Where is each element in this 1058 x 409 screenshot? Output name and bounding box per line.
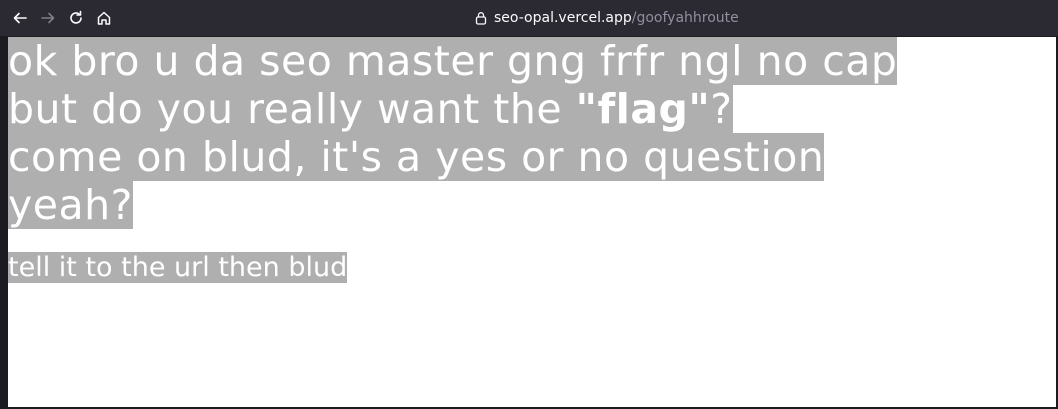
reload-icon (70, 10, 82, 24)
heading-line-2-end: ? (710, 85, 733, 133)
arrow-right-icon (41, 12, 55, 24)
heading-line-3: come on blud, it's a yes or no question (8, 133, 825, 181)
page-heading: ok bro u da seo master gng frfr ngl no c… (8, 37, 1056, 229)
lock-icon[interactable] (474, 11, 488, 25)
heading-line-1: ok bro u da seo master gng frfr ngl no c… (8, 37, 898, 85)
url-text[interactable]: seo-opal.vercel.app/goofyahhroute (494, 10, 739, 26)
home-button[interactable] (90, 4, 118, 32)
url-path: /goofyahhroute (631, 10, 739, 26)
browser-toolbar: seo-opal.vercel.app/goofyahhroute (0, 0, 1058, 36)
forward-button[interactable] (34, 4, 62, 32)
url-bar[interactable]: seo-opal.vercel.app/goofyahhroute (474, 6, 739, 30)
flag-word: "flag" (575, 85, 711, 133)
heading-line-2-text: but do you really want the (8, 85, 576, 133)
heading-line-2: but do you really want the "flag"? (8, 85, 733, 133)
heading-line-4: yeah? (8, 181, 133, 229)
back-button[interactable] (6, 4, 34, 32)
page-content: ok bro u da seo master gng frfr ngl no c… (8, 37, 1056, 407)
subtext-line: tell it to the url then blud (8, 252, 348, 283)
page-subtext: tell it to the url then blud (8, 251, 1056, 285)
arrow-left-icon (13, 12, 27, 24)
home-icon (97, 11, 111, 25)
url-host: seo-opal.vercel.app (494, 10, 632, 26)
reload-button[interactable] (62, 4, 90, 32)
